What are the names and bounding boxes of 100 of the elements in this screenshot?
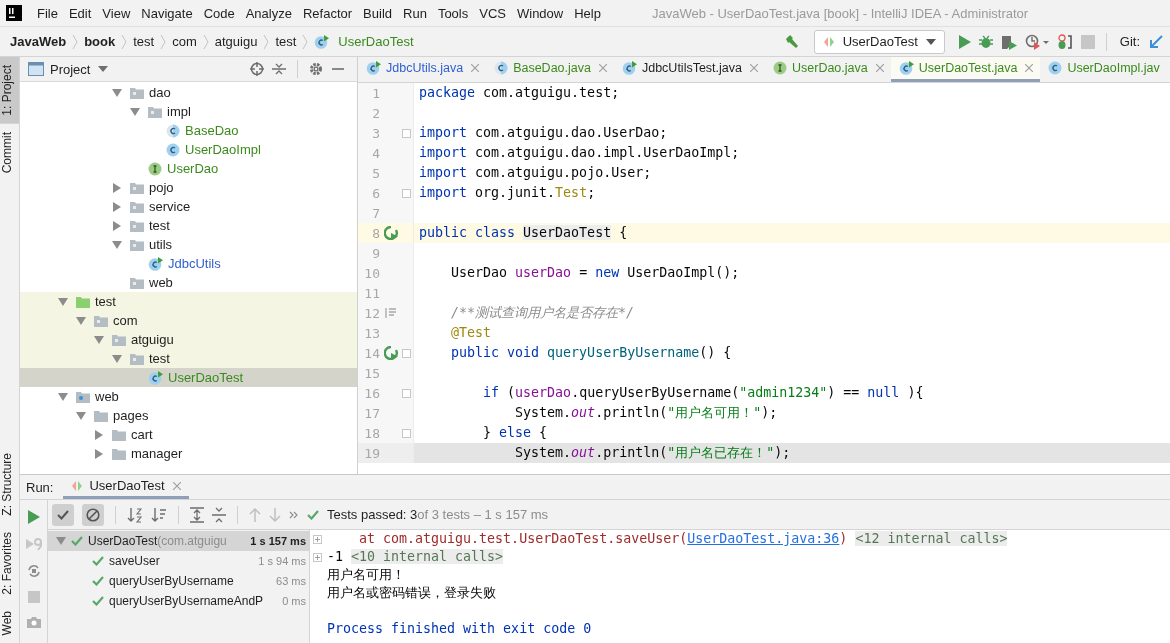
collapsed-arrow-icon[interactable] xyxy=(113,182,121,193)
expanded-arrow-icon[interactable] xyxy=(58,297,68,306)
tree-item[interactable]: test xyxy=(20,349,357,368)
down-arrow-icon[interactable] xyxy=(269,507,281,522)
expand-icon[interactable] xyxy=(313,552,322,562)
sort-by-duration-icon[interactable] xyxy=(151,506,167,523)
coverage-icon[interactable] xyxy=(1000,33,1017,50)
side-tab[interactable]: Commit xyxy=(0,123,19,182)
expanded-arrow-icon[interactable] xyxy=(112,240,122,249)
menu-item[interactable]: VCS xyxy=(479,5,506,21)
tree-item[interactable]: service xyxy=(20,197,357,216)
editor-tab[interactable]: BaseDao.java xyxy=(486,57,614,82)
tree-item[interactable]: manager xyxy=(20,444,357,463)
expanded-arrow-icon[interactable] xyxy=(94,335,104,344)
stop-icon[interactable] xyxy=(27,591,40,603)
folded-calls[interactable]: <12 internal calls> xyxy=(855,531,1008,546)
more-icon[interactable] xyxy=(289,510,299,519)
test-result-row[interactable]: UserDaoTest(com.atguigu 1 s 157 ms xyxy=(48,531,309,551)
toggle-auto-test-icon[interactable] xyxy=(26,564,41,578)
show-ignored-toggle[interactable] xyxy=(82,503,104,526)
tree-item[interactable]: impl xyxy=(20,102,357,121)
expanded-arrow-icon[interactable] xyxy=(58,392,68,401)
run-icon[interactable] xyxy=(958,34,971,49)
menu-item[interactable]: Run xyxy=(403,5,427,21)
close-icon[interactable] xyxy=(875,64,884,72)
fold-marker-icon[interactable] xyxy=(402,388,411,398)
expanded-arrow-icon[interactable] xyxy=(130,107,140,116)
tree-item[interactable]: utils xyxy=(20,235,357,254)
editor-tab[interactable]: UserDaoTest.java xyxy=(890,57,1041,82)
expanded-arrow-icon[interactable] xyxy=(112,354,122,363)
close-icon[interactable] xyxy=(172,481,181,490)
breadcrumb[interactable]: test xyxy=(275,34,297,49)
dropdown-arrow-icon[interactable] xyxy=(98,66,109,72)
editor-tab[interactable]: UserDao.java xyxy=(765,57,891,82)
camera-icon[interactable] xyxy=(26,616,41,628)
tree-item[interactable]: atguigu xyxy=(20,330,357,349)
tree-item[interactable]: JdbcUtils xyxy=(20,254,357,273)
tree-item[interactable]: UserDaoImpl xyxy=(20,140,357,159)
menu-item[interactable]: Navigate xyxy=(141,5,193,21)
menu-item[interactable]: Analyze xyxy=(245,5,292,21)
link[interactable]: UserDaoTest.java:36 xyxy=(687,531,840,546)
expanded-arrow-icon[interactable] xyxy=(112,88,122,97)
profiler-icon[interactable] xyxy=(1024,33,1049,50)
locate-icon[interactable] xyxy=(250,62,264,76)
close-icon[interactable] xyxy=(598,64,607,72)
tree-item[interactable]: pages xyxy=(20,406,357,425)
breadcrumb[interactable]: test xyxy=(133,34,155,49)
menu-item[interactable]: Code xyxy=(203,5,235,21)
run-tab[interactable]: UserDaoTest xyxy=(63,475,189,499)
expanded-arrow-icon[interactable] xyxy=(56,537,66,545)
sort-alphabetically-icon[interactable] xyxy=(127,506,143,523)
menu-item[interactable]: Tools xyxy=(437,5,469,21)
menu-item[interactable]: View xyxy=(102,5,131,21)
expand-icon[interactable] xyxy=(313,534,322,544)
side-tab[interactable]: Z: Structure xyxy=(0,445,19,524)
run-test-icon[interactable] xyxy=(384,346,398,360)
menu-item[interactable]: Help xyxy=(574,5,601,21)
tree-item[interactable]: web xyxy=(20,387,357,406)
breadcrumb[interactable]: UserDaoTest xyxy=(314,34,414,49)
test-result-row[interactable]: queryUserByUsernameAndP 0 ms xyxy=(48,591,309,611)
collapse-all-icon[interactable] xyxy=(212,506,226,523)
rerun-icon[interactable] xyxy=(27,510,40,524)
close-icon[interactable] xyxy=(750,64,758,72)
tree-item[interactable]: dao xyxy=(20,83,357,102)
tree-item[interactable]: test xyxy=(20,292,357,311)
expanded-arrow-icon[interactable] xyxy=(76,316,86,325)
collapsed-arrow-icon[interactable] xyxy=(95,448,103,459)
fold-marker-icon[interactable] xyxy=(402,428,411,438)
fold-marker-icon[interactable] xyxy=(402,188,411,198)
close-icon[interactable] xyxy=(1025,64,1034,72)
tree-item[interactable]: BaseDao xyxy=(20,121,357,140)
menu-item[interactable]: Edit xyxy=(68,5,92,21)
close-icon[interactable] xyxy=(471,64,480,72)
menu-item[interactable]: Build xyxy=(363,5,392,21)
tree-item[interactable]: pojo xyxy=(20,178,357,197)
menu-item[interactable]: Window xyxy=(516,5,564,21)
tree-item[interactable]: test xyxy=(20,216,357,235)
collapse-all-icon[interactable] xyxy=(272,62,286,76)
test-result-row[interactable]: saveUser 1 s 94 ms xyxy=(48,551,309,571)
editor-tab[interactable]: JdbcUtilsTest.java xyxy=(613,57,765,82)
breadcrumb[interactable]: book xyxy=(84,34,116,49)
update-arrow-icon[interactable] xyxy=(1148,33,1164,50)
rerun-failed-icon[interactable] xyxy=(25,537,42,551)
tree-item[interactable]: UserDao xyxy=(20,159,357,178)
collapsed-arrow-icon[interactable] xyxy=(113,201,121,212)
settings-icon[interactable] xyxy=(309,62,323,76)
project-view-selector[interactable]: Project xyxy=(50,61,91,77)
breadcrumb[interactable]: JavaWeb xyxy=(10,34,67,49)
bug-icon[interactable] xyxy=(978,34,993,49)
collapsed-arrow-icon[interactable] xyxy=(95,429,103,440)
up-arrow-icon[interactable] xyxy=(249,507,261,522)
breadcrumb[interactable]: com xyxy=(172,34,197,49)
editor-tab[interactable]: JdbcUtils.java xyxy=(358,57,487,82)
hammer-icon[interactable] xyxy=(783,33,800,50)
folded-calls[interactable]: <10 internal calls> xyxy=(351,549,504,564)
fold-marker-icon[interactable] xyxy=(402,348,411,358)
fold-marker-icon[interactable] xyxy=(402,128,411,138)
side-tab[interactable]: 1: Project xyxy=(0,57,19,124)
tree-item[interactable]: com xyxy=(20,311,357,330)
side-tab[interactable]: 2: Favorites xyxy=(0,523,19,603)
